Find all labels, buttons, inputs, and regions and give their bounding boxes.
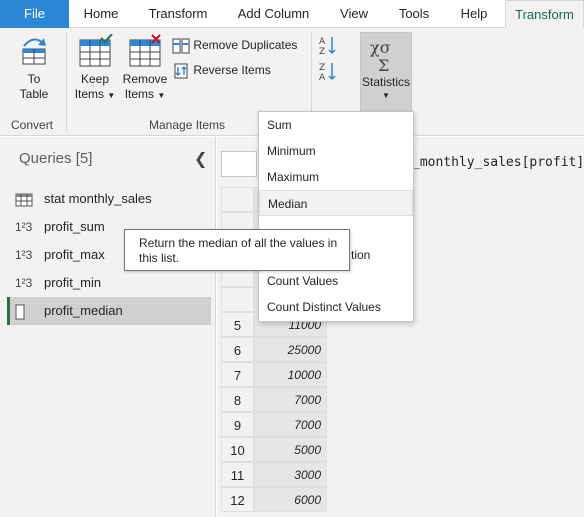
- tab-transform-list-tools[interactable]: Transform: [505, 0, 584, 29]
- keep-items-label-2: Items ▼: [74, 87, 116, 101]
- row-value[interactable]: 5000: [254, 437, 327, 462]
- remove-duplicates-icon: [172, 38, 190, 54]
- remove-items-button[interactable]: Remove Items ▼: [120, 34, 170, 103]
- row-value[interactable]: 7000: [254, 412, 327, 437]
- query-label: profit_sum: [44, 219, 105, 234]
- list-row: 9 7000: [221, 412, 327, 437]
- row-index: 9: [221, 412, 254, 437]
- remove-items-icon: [129, 34, 161, 67]
- statistics-icon: χσ Σ: [370, 38, 391, 75]
- tab-transform[interactable]: Transform: [137, 0, 219, 28]
- formula-text[interactable]: _monthly_sales[profit]: [412, 155, 584, 170]
- to-table-icon: [22, 38, 46, 65]
- sort-ascending-button[interactable]: A Z: [318, 34, 338, 59]
- collapse-pane-icon[interactable]: ❮: [194, 149, 207, 169]
- svg-text:Z: Z: [319, 47, 325, 56]
- remove-duplicates-button[interactable]: Remove Duplicates: [172, 36, 297, 54]
- list-row: 8 7000: [221, 387, 327, 412]
- row-index: 12: [221, 487, 254, 512]
- ribbon-separator: [66, 32, 67, 132]
- statistics-dropdown-menu: Sum Minimum Maximum Median Average tion …: [258, 111, 414, 322]
- remove-duplicates-label: Remove Duplicates: [193, 38, 298, 52]
- number-icon: 1²3: [15, 248, 33, 262]
- menu-item-count-values[interactable]: Count Values: [259, 268, 413, 294]
- tab-file[interactable]: File: [0, 0, 69, 28]
- chevron-down-icon: ▼: [107, 91, 116, 100]
- chevron-down-icon: ▼: [382, 91, 390, 100]
- chevron-down-icon: ▼: [157, 91, 166, 100]
- table-icon: [15, 185, 33, 213]
- row-value[interactable]: 6000: [254, 487, 327, 512]
- number-icon: 1²3: [15, 276, 33, 290]
- query-label: profit_max: [44, 247, 105, 262]
- svg-text:χσ: χσ: [370, 38, 391, 57]
- row-index: 7: [221, 362, 254, 387]
- to-table-button[interactable]: To Table: [8, 34, 60, 102]
- row-index: 11: [221, 462, 254, 487]
- to-table-label-1: To: [27, 72, 41, 86]
- tab-view[interactable]: View: [328, 0, 380, 28]
- row-value[interactable]: 7000: [254, 387, 327, 412]
- row-index: 10: [221, 437, 254, 462]
- list-row: 10 5000: [221, 437, 327, 462]
- query-label: profit_min: [44, 275, 102, 290]
- group-label-convert: Convert: [11, 118, 54, 132]
- keep-items-icon: [79, 34, 113, 67]
- menu-item-median[interactable]: Median: [259, 190, 413, 216]
- tab-add-column[interactable]: Add Column: [226, 0, 321, 28]
- list-row: 7 10000: [221, 362, 327, 387]
- menu-item-minimum[interactable]: Minimum: [259, 138, 413, 164]
- ribbon-tabs: File Home Transform Add Column View Tool…: [0, 0, 584, 29]
- tab-home[interactable]: Home: [72, 0, 130, 28]
- reverse-items-button[interactable]: Reverse Items: [172, 61, 271, 79]
- remove-items-label-1: Remove: [122, 72, 168, 86]
- svg-text:A: A: [319, 37, 326, 47]
- menu-item-count-distinct-values[interactable]: Count Distinct Values: [259, 294, 413, 320]
- queries-title: Queries [5]: [19, 150, 93, 167]
- reverse-items-icon: [174, 63, 188, 79]
- svg-text:Z: Z: [319, 63, 325, 73]
- sort-descending-icon: Z A: [319, 63, 336, 83]
- keep-items-label-1: Keep: [80, 72, 110, 86]
- queries-pane: Queries [5] ❮ stat monthly_sales 1²3 pro…: [0, 137, 216, 517]
- statistics-button[interactable]: χσ Σ Statistics ▼: [360, 32, 412, 112]
- tab-help[interactable]: Help: [448, 0, 500, 28]
- reverse-items-label: Reverse Items: [193, 63, 271, 77]
- row-index: [221, 187, 254, 212]
- group-label-manage-items: Manage Items: [149, 118, 226, 132]
- sort-ascending-icon: A Z: [319, 37, 336, 57]
- query-item-profit-min[interactable]: 1²3 profit_min: [7, 269, 211, 297]
- menu-item-maximum[interactable]: Maximum: [259, 164, 413, 190]
- blank-icon: [15, 297, 25, 325]
- menu-item-sum[interactable]: Sum: [259, 112, 413, 138]
- query-item-profit-median[interactable]: profit_median: [7, 297, 211, 325]
- number-icon: 1²3: [15, 220, 33, 234]
- query-label: profit_median: [44, 303, 123, 318]
- remove-items-label-2: Items ▼: [124, 87, 166, 101]
- query-item-stat-monthly-sales[interactable]: stat monthly_sales: [7, 185, 211, 213]
- row-value[interactable]: 25000: [254, 337, 327, 362]
- median-tooltip: Return the median of all the values in t…: [124, 229, 350, 271]
- row-index: 5: [221, 312, 254, 337]
- to-table-label-2: Table: [19, 87, 49, 101]
- svg-text:Σ: Σ: [378, 56, 389, 75]
- svg-text:A: A: [319, 73, 326, 82]
- list-row: 11 3000: [221, 462, 327, 487]
- row-value[interactable]: 3000: [254, 462, 327, 487]
- list-row: 12 6000: [221, 487, 327, 512]
- row-index: 8: [221, 387, 254, 412]
- row-value[interactable]: 10000: [254, 362, 327, 387]
- query-label: stat monthly_sales: [44, 191, 152, 206]
- tab-tools[interactable]: Tools: [387, 0, 441, 28]
- statistics-label: Statistics: [361, 75, 410, 89]
- formula-bar-box: [221, 151, 257, 177]
- keep-items-button[interactable]: Keep Items ▼: [72, 34, 118, 103]
- row-index: 6: [221, 337, 254, 362]
- list-row: 6 25000: [221, 337, 327, 362]
- row-index: [221, 287, 254, 312]
- sort-descending-button[interactable]: Z A: [318, 60, 338, 85]
